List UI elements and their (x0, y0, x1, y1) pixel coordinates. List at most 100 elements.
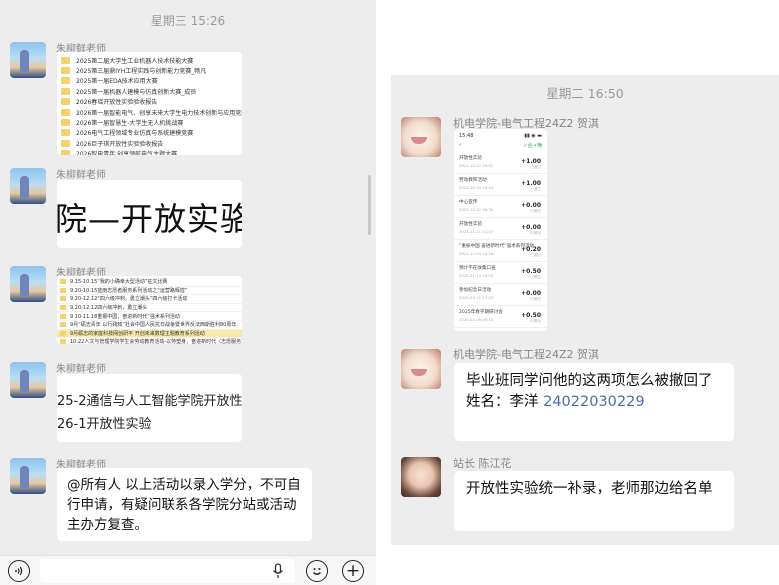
avatar[interactable] (401, 349, 441, 389)
voice-icon[interactable] (8, 560, 30, 582)
student-number-link[interactable]: 24022030229 (543, 394, 644, 410)
event-name: 9.20-12.12四六级冲刺，勇立潮头 (70, 305, 148, 312)
event-name: 10.22人文与管理学院学生会劳动教育活动-以劳塑身，奋进新时代（志愿服务） (70, 339, 242, 344)
emoji-icon[interactable] (306, 560, 328, 582)
receipt-row[interactable]: 参加纪念日活动 2025-03-11 17:22 +0.00 已撤回 (454, 284, 547, 306)
mic-icon[interactable] (272, 563, 284, 583)
receipt-row[interactable]: 预计不在收集口查 2025-01-14 15:05 +0.50 已撤回 (454, 262, 547, 284)
avatar[interactable] (10, 42, 46, 78)
file-row[interactable]: 2026巨子琪开放性实验验收报告 (61, 138, 238, 148)
folder-icon (60, 305, 66, 311)
folder-icon (61, 129, 70, 137)
file-row[interactable]: 2026第一届智能电气、创享未来大学生电力技术创新与应用竞赛 (61, 107, 242, 117)
file-name: 2026第一届智慧生-大学生无人机挑战赛 (76, 120, 184, 128)
event-row[interactable]: 9.20-12.12四六级冲刺，勇立潮头 (57, 304, 242, 313)
event-row[interactable]: 10.22人文与管理学院学生会劳动教育活动-以劳塑身，奋进新时代（志愿服务） (57, 338, 242, 344)
avatar[interactable] (10, 458, 46, 494)
event-name: 9月砺志的家庭科技网创研平 开创未来数理主题教育系列活动 (70, 330, 205, 337)
folder-icon (61, 77, 70, 85)
sender-name: 站长 陈江花 (453, 457, 512, 470)
avatar[interactable] (10, 362, 46, 398)
receipt-row-status: 已撤回 (530, 231, 541, 235)
avatar[interactable] (10, 266, 46, 302)
status-icons: ▮▮ ◉ ▬ (524, 133, 542, 139)
receipt-row[interactable]: “重振中国 奋进新时代”强术系列活动 2024-12-03 14:18 +0.20 已… (454, 240, 547, 262)
message-bubble[interactable]: 开放性实验统一补录，老师那边给名单 (454, 471, 734, 531)
sender-name: 朱柳鲜老师 (56, 170, 106, 181)
folder-icon (61, 67, 70, 75)
receipt-row[interactable]: 2025年春学期研讨会 2025-04-09 09:12 +0.50 已撤回 (454, 306, 547, 328)
receipt-row-amount: +0.00 (521, 202, 541, 209)
event-name: 9.15-10.15“我的小确幸大型活动”征文比赛 (70, 279, 168, 286)
file-row[interactable]: 2025第一届机器人建模与仿真创新大赛_成员 (61, 86, 238, 96)
receipt-row-status: 已撤回 (530, 275, 541, 279)
file-row[interactable]: 2026春瑶开放性实验验收报告 (61, 97, 238, 107)
message-bubble[interactable]: @所有人 以上活动以录入学分，不可自行申请，有疑问联系各学院分站或活动主办方复查… (57, 468, 312, 541)
receipt-row[interactable]: 劳动教育活动 2024-10-10 10:44 +1.00 已通过 (454, 174, 547, 196)
receipt-row-amount: +0.00 (521, 290, 541, 297)
receipt-row[interactable]: 开放性实验 2024-10-12 09:51 +1.00 已通过 (454, 152, 547, 174)
folder-icon (60, 339, 66, 344)
receipt-actions: ✓合 •筛 (523, 143, 542, 149)
receipt-row[interactable]: 开放性实验 2024-11-01 11:37 +0.00 已撤回 (454, 218, 547, 240)
receipt-row-amount: +0.50 (521, 312, 541, 319)
voice-wave-icon (15, 566, 23, 576)
timestamp: 星期三 15:26 (150, 14, 226, 28)
avatar[interactable] (401, 117, 441, 157)
banner-image[interactable]: 院—开放实骆 (57, 180, 242, 248)
timestamp: 星期二 16:50 (546, 86, 624, 101)
avatar[interactable] (401, 457, 441, 497)
receipt-status-bar: 15:48 ▮▮ ◉ ▬ (454, 129, 547, 139)
file-row[interactable]: 2025第二届大学生工业机器人技术技能大赛 (61, 55, 238, 65)
message-text: 毕业班同学问他的这两项怎么被撤回了 姓名：李洋 24022030229 (454, 363, 734, 421)
folder-icon (61, 87, 70, 95)
event-name: 9.10-11.18重振中国，奋进新时代“强术系列活动 (70, 313, 180, 320)
folder-icon (60, 279, 66, 285)
file-row[interactable]: 2025第三届鼎IYH工程实践与创新能力竞赛_畅凡 (61, 65, 238, 75)
receipt-row-status: 已撤回 (530, 253, 541, 257)
file-name: 2026第一届智能电气、创享未来大学生电力技术创新与应用竞赛 (76, 109, 242, 117)
message-input[interactable] (40, 559, 295, 583)
input-bar: + (0, 555, 376, 585)
sender-name: 机电学院-电气工程24Z2 贺淇 (453, 348, 599, 361)
folder-icon (61, 150, 70, 155)
file-row[interactable]: 2026智电青年.创享领航电气主题大赛 (61, 149, 238, 155)
receipt-nav: ‹ ✓合 •筛 (454, 139, 547, 152)
plus-icon[interactable]: + (342, 560, 364, 582)
event-name: 9.20-10.15蓝雨志愿者服务系列活动之“运营路辉煌” (70, 287, 188, 294)
file-name: 2025第三届鼎IYH工程实践与创新能力竞赛_畅凡 (76, 68, 207, 76)
folder-icon (61, 98, 70, 106)
avatar[interactable] (10, 168, 46, 204)
event-list-image[interactable]: 9.15-10.15“我的小确幸大型活动”征文比赛 9.20-10.15蓝雨志愿者… (57, 276, 242, 344)
receipt-row-status: 已撤回 (530, 209, 541, 213)
event-row[interactable]: 9.20-12.12“四六级冲刺，勇立潮头”四六级打卡活动 (57, 295, 242, 304)
event-row[interactable]: 9.15-10.15“我的小确幸大型活动”征文比赛 (57, 278, 242, 287)
event-row[interactable]: 9月“砺志青年 以行践知”社会中国人民抗日战争暨世界反法西斯胜利80周年 (57, 321, 242, 330)
event-row[interactable]: 9.20-10.15蓝雨志愿者服务系列活动之“运营路辉煌” (57, 287, 242, 296)
folder-icon (60, 322, 66, 328)
smile-icon (313, 568, 321, 575)
file-name: 2025第二届大学生工业机器人技术技能大赛 (76, 57, 194, 65)
event-row[interactable]: 9.10-11.18重振中国，奋进新时代“强术系列活动 (57, 312, 242, 321)
file-row[interactable]: 2025第一届EDA技术应用大赛 (61, 76, 238, 86)
event-list: 9.15-10.15“我的小确幸大型活动”征文比赛 9.20-10.15蓝雨志愿者… (57, 276, 242, 344)
file-name: 2026春瑶开放性实验验收报告 (76, 99, 158, 107)
scrollbar[interactable] (368, 175, 371, 235)
receipt-rows: 开放性实验 2024-10-12 09:51 +1.00 已通过 劳动教育活动 2024-… (454, 152, 547, 328)
message-bubble[interactable]: 毕业班同学问他的这两项怎么被撤回了 姓名：李洋 24022030229 (454, 363, 734, 441)
title-crop-image[interactable]: 25-2通信与人工智能学院开放性 26-1开放性实验 (57, 374, 242, 442)
banner-text: 院—开放实骆 (57, 200, 242, 238)
receipt-row-amount: +0.50 (521, 268, 541, 275)
receipt-row-status: 已撤回 (530, 297, 541, 301)
receipt-row-amount: +1.00 (521, 158, 541, 165)
file-list-image[interactable]: 2025第二届大学生工业机器人技术技能大赛 2025第三届鼎IYH工程实践与创新能… (57, 52, 242, 155)
file-name: 2026巨子琪开放性实验验收报告 (76, 140, 164, 148)
receipt-row[interactable]: 中心宣传 2024-10-22 08:30 +0.00 已撤回 (454, 196, 547, 218)
file-row[interactable]: 2026电气工程领域专业仿真与系统建模竞赛 (61, 128, 238, 138)
file-name: 2025第一届EDA技术应用大赛 (76, 78, 158, 86)
receipt-screenshot[interactable]: 15:48 ▮▮ ◉ ▬ ‹ ✓合 •筛 开放性实验 2024-10-12 09:… (454, 129, 547, 331)
file-row[interactable]: 2026第一届智慧生-大学生无人机挑战赛 (61, 117, 238, 127)
event-row[interactable]: 9月砺志的家庭科技网创研平 开创未来数理主题教育系列活动 (57, 329, 242, 339)
receipt-row-status: 已通过 (530, 165, 541, 169)
file-name: 2025第一届机器人建模与仿真创新大赛_成员 (76, 88, 197, 96)
